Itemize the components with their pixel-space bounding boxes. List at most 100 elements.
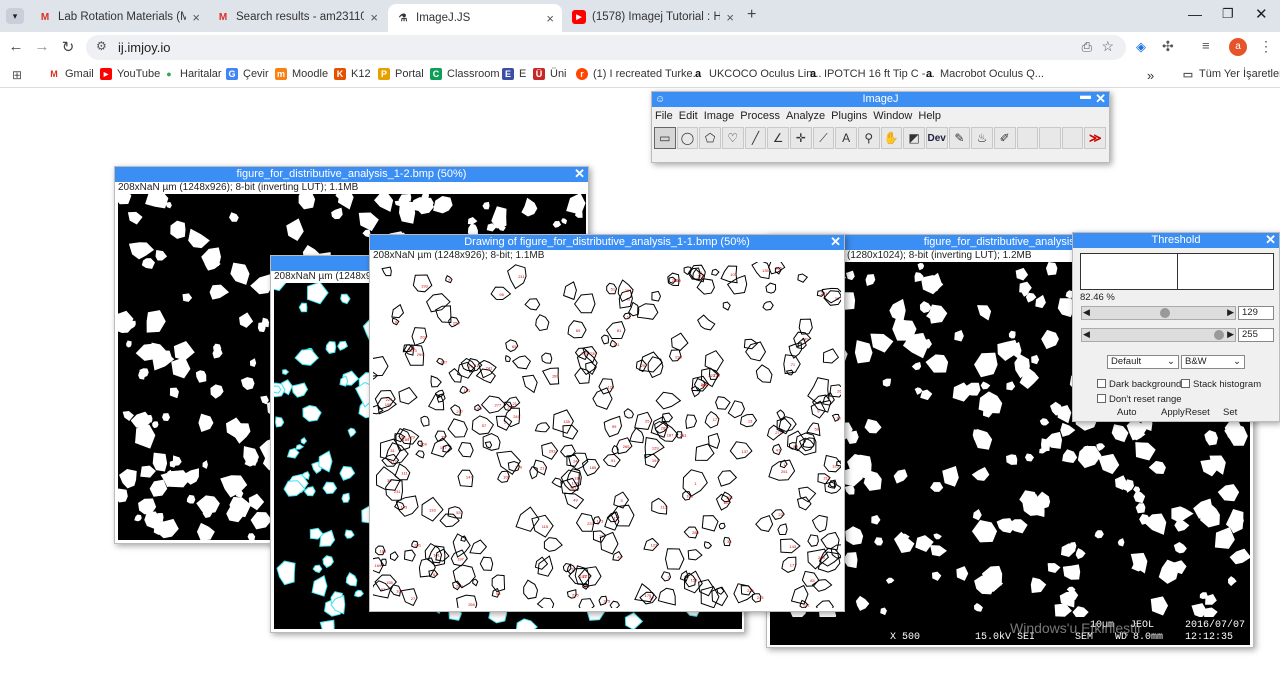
close-icon[interactable]: × xyxy=(546,11,554,26)
slider-thumb[interactable] xyxy=(1214,330,1224,340)
empty-tool-slot[interactable] xyxy=(1016,127,1039,149)
close-icon[interactable]: ✕ xyxy=(574,167,585,181)
threshold-title-bar[interactable]: Threshold ✕ xyxy=(1073,233,1279,248)
drawing-canvas[interactable]: 1 3 5 7 9 11 13 15 17 19 21 23 25 27 29 31 33 35 37 39 41 43 4… xyxy=(373,262,841,608)
window-close-button[interactable]: ✕ xyxy=(1255,5,1268,23)
bookmark-ukcoco[interactable]: a UKCOCO Oculus Lin... xyxy=(692,68,822,80)
bookmark-star-icon[interactable]: ☆ xyxy=(1101,38,1114,55)
text-tool-icon[interactable]: A xyxy=(835,127,857,149)
tab-search-icon[interactable]: ▾ xyxy=(6,8,24,24)
reset-button[interactable]: Reset xyxy=(1185,407,1210,418)
slider-thumb[interactable] xyxy=(1160,308,1170,318)
auto-button[interactable]: Auto xyxy=(1117,407,1137,418)
install-app-icon[interactable]: ⎙ xyxy=(1082,39,1092,55)
bookmark-e[interactable]: EE xyxy=(502,68,526,80)
more-tools-icon[interactable]: ≫ xyxy=(1084,127,1107,149)
rectangle-tool-icon[interactable]: ▭ xyxy=(654,127,676,149)
stack-histogram-checkbox[interactable]: Stack histogram xyxy=(1181,379,1261,390)
new-tab-button[interactable]: + xyxy=(747,6,756,24)
zoom-tool-icon[interactable]: ⚲ xyxy=(857,127,880,149)
menu-process[interactable]: Process xyxy=(740,110,780,122)
menu-file[interactable]: File xyxy=(655,110,673,122)
bookmark-uni[interactable]: Ü Üni xyxy=(533,68,567,80)
min-slider[interactable]: ◀ ▶ xyxy=(1081,306,1236,320)
minimize-button[interactable]: — xyxy=(1188,6,1202,22)
set-button[interactable]: Set xyxy=(1223,407,1237,418)
apply-button[interactable]: Apply xyxy=(1161,407,1185,418)
minimize-icon[interactable]: ▬ xyxy=(1080,92,1091,104)
apps-grid-icon[interactable]: ⊞ xyxy=(12,68,22,82)
bookmark-k12[interactable]: K K12 xyxy=(334,68,371,80)
tab-lab-rotation[interactable]: M Lab Rotation Materials (May 8... × xyxy=(30,4,208,30)
reload-button[interactable]: ↻ xyxy=(58,38,78,56)
window-title[interactable]: Drawing of figure_for_distributive_analy… xyxy=(370,235,844,250)
bookmark-classroom[interactable]: C Classroom xyxy=(430,68,500,80)
freehand-tool-icon[interactable]: ♡ xyxy=(721,127,744,149)
flood-fill-icon[interactable]: ♨ xyxy=(971,127,993,149)
min-value-field[interactable]: 129 xyxy=(1238,306,1274,320)
bookmark-moodle[interactable]: m Moodle xyxy=(275,68,328,80)
menu-kebab-icon[interactable]: ⋮ xyxy=(1259,38,1273,55)
close-icon[interactable]: × xyxy=(370,10,378,25)
extensions-puzzle-icon[interactable]: ✣ xyxy=(1162,38,1174,55)
menu-image[interactable]: Image xyxy=(704,110,735,122)
back-button[interactable]: ← xyxy=(6,38,26,55)
drawing-window[interactable]: Drawing of figure_for_distributive_analy… xyxy=(369,234,845,612)
imagej-main-window[interactable]: ☺ ImageJ ▬ ✕ File Edit Image Process Ana… xyxy=(651,91,1110,163)
menu-analyze[interactable]: Analyze xyxy=(786,110,825,122)
bookmark-youtube[interactable]: ▶ YouTube xyxy=(100,68,160,80)
menu-plugins[interactable]: Plugins xyxy=(831,110,867,122)
forward-button[interactable]: → xyxy=(32,38,52,55)
brush-tool-icon[interactable]: ✎ xyxy=(948,127,971,149)
max-slider[interactable]: ◀ ▶ xyxy=(1081,328,1236,342)
media-icon[interactable]: ≡ xyxy=(1202,38,1210,53)
wand-tool-icon[interactable]: ⟋ xyxy=(812,127,835,149)
svg-text:101: 101 xyxy=(396,588,403,593)
all-bookmarks[interactable]: ▭ Tüm Yer İşaretleri xyxy=(1182,68,1280,81)
bookmark-portal[interactable]: P Portal xyxy=(378,68,424,80)
polygon-tool-icon[interactable]: ⬠ xyxy=(699,127,721,149)
bookmark-cevir[interactable]: G Çevir xyxy=(226,68,269,80)
imagej-title-bar[interactable]: ☺ ImageJ ▬ ✕ xyxy=(652,92,1109,107)
tab-imagej[interactable]: ⚗ ImageJ.JS × xyxy=(388,4,562,32)
pencil-tool-icon[interactable]: ✐ xyxy=(993,127,1016,149)
hand-tool-icon[interactable]: ✋ xyxy=(880,127,903,149)
address-bar[interactable]: ⚙ ij.imjoy.io ⎙ ☆ xyxy=(86,35,1126,60)
line-tool-icon[interactable]: ╱ xyxy=(744,127,767,149)
close-icon[interactable]: × xyxy=(726,10,734,25)
menu-window[interactable]: Window xyxy=(873,110,912,122)
close-icon[interactable]: ✕ xyxy=(1265,233,1276,247)
menu-edit[interactable]: Edit xyxy=(679,110,698,122)
max-value-field[interactable]: 255 xyxy=(1238,328,1274,342)
threshold-window[interactable]: Threshold ✕ 82.46 % ◀ ▶ 129 ◀ ▶ 255 Defau… xyxy=(1072,232,1280,422)
bookmark-ipotch[interactable]: a IPOTCH 16 ft Tip C -... xyxy=(807,68,935,80)
angle-tool-icon[interactable]: ∠ xyxy=(767,127,789,149)
svg-text:233: 233 xyxy=(675,355,682,360)
tab-search-results[interactable]: M Search results - am23110@shil... × xyxy=(208,4,386,30)
method-select[interactable]: Default ⌄ xyxy=(1107,355,1179,369)
menu-help[interactable]: Help xyxy=(918,110,941,122)
more-bookmarks-icon[interactable]: » xyxy=(1147,68,1154,83)
bookmark-reddit[interactable]: r (1) I recreated Turke... xyxy=(576,68,702,80)
bookmark-gmail[interactable]: M Gmail xyxy=(48,68,93,80)
oval-tool-icon[interactable]: ◯ xyxy=(676,127,699,149)
close-icon[interactable]: ✕ xyxy=(830,235,841,249)
dropper-tool-icon[interactable]: ◩ xyxy=(903,127,925,149)
bookmark-macrobot[interactable]: a Macrobot Oculus Q... xyxy=(923,68,1044,80)
dont-reset-range-checkbox[interactable]: Don't reset range xyxy=(1097,394,1182,405)
mode-select[interactable]: B&W ⌄ xyxy=(1181,355,1245,369)
close-icon[interactable]: ✕ xyxy=(1095,92,1106,106)
dev-tool-button[interactable]: Dev xyxy=(925,127,948,149)
bookmark-haritalar[interactable]: ● Haritalar xyxy=(163,68,221,80)
site-settings-icon[interactable]: ⚙ xyxy=(96,39,107,53)
extension-icon[interactable]: ◈ xyxy=(1136,39,1146,55)
point-tool-icon[interactable]: ✛ xyxy=(789,127,812,149)
profile-avatar[interactable]: a xyxy=(1229,38,1247,56)
tab-youtube[interactable]: ▶ (1578) Imagej Tutorial : How to... × xyxy=(564,4,742,30)
window-title[interactable]: figure_for_distributive_analysis_1-2.bmp… xyxy=(115,167,588,182)
empty-tool-slot[interactable] xyxy=(1039,127,1061,149)
restore-button[interactable]: ❐ xyxy=(1222,6,1234,22)
dark-background-checkbox[interactable]: Dark background xyxy=(1097,379,1181,390)
close-icon[interactable]: × xyxy=(192,10,200,25)
empty-tool-slot[interactable] xyxy=(1061,127,1084,149)
